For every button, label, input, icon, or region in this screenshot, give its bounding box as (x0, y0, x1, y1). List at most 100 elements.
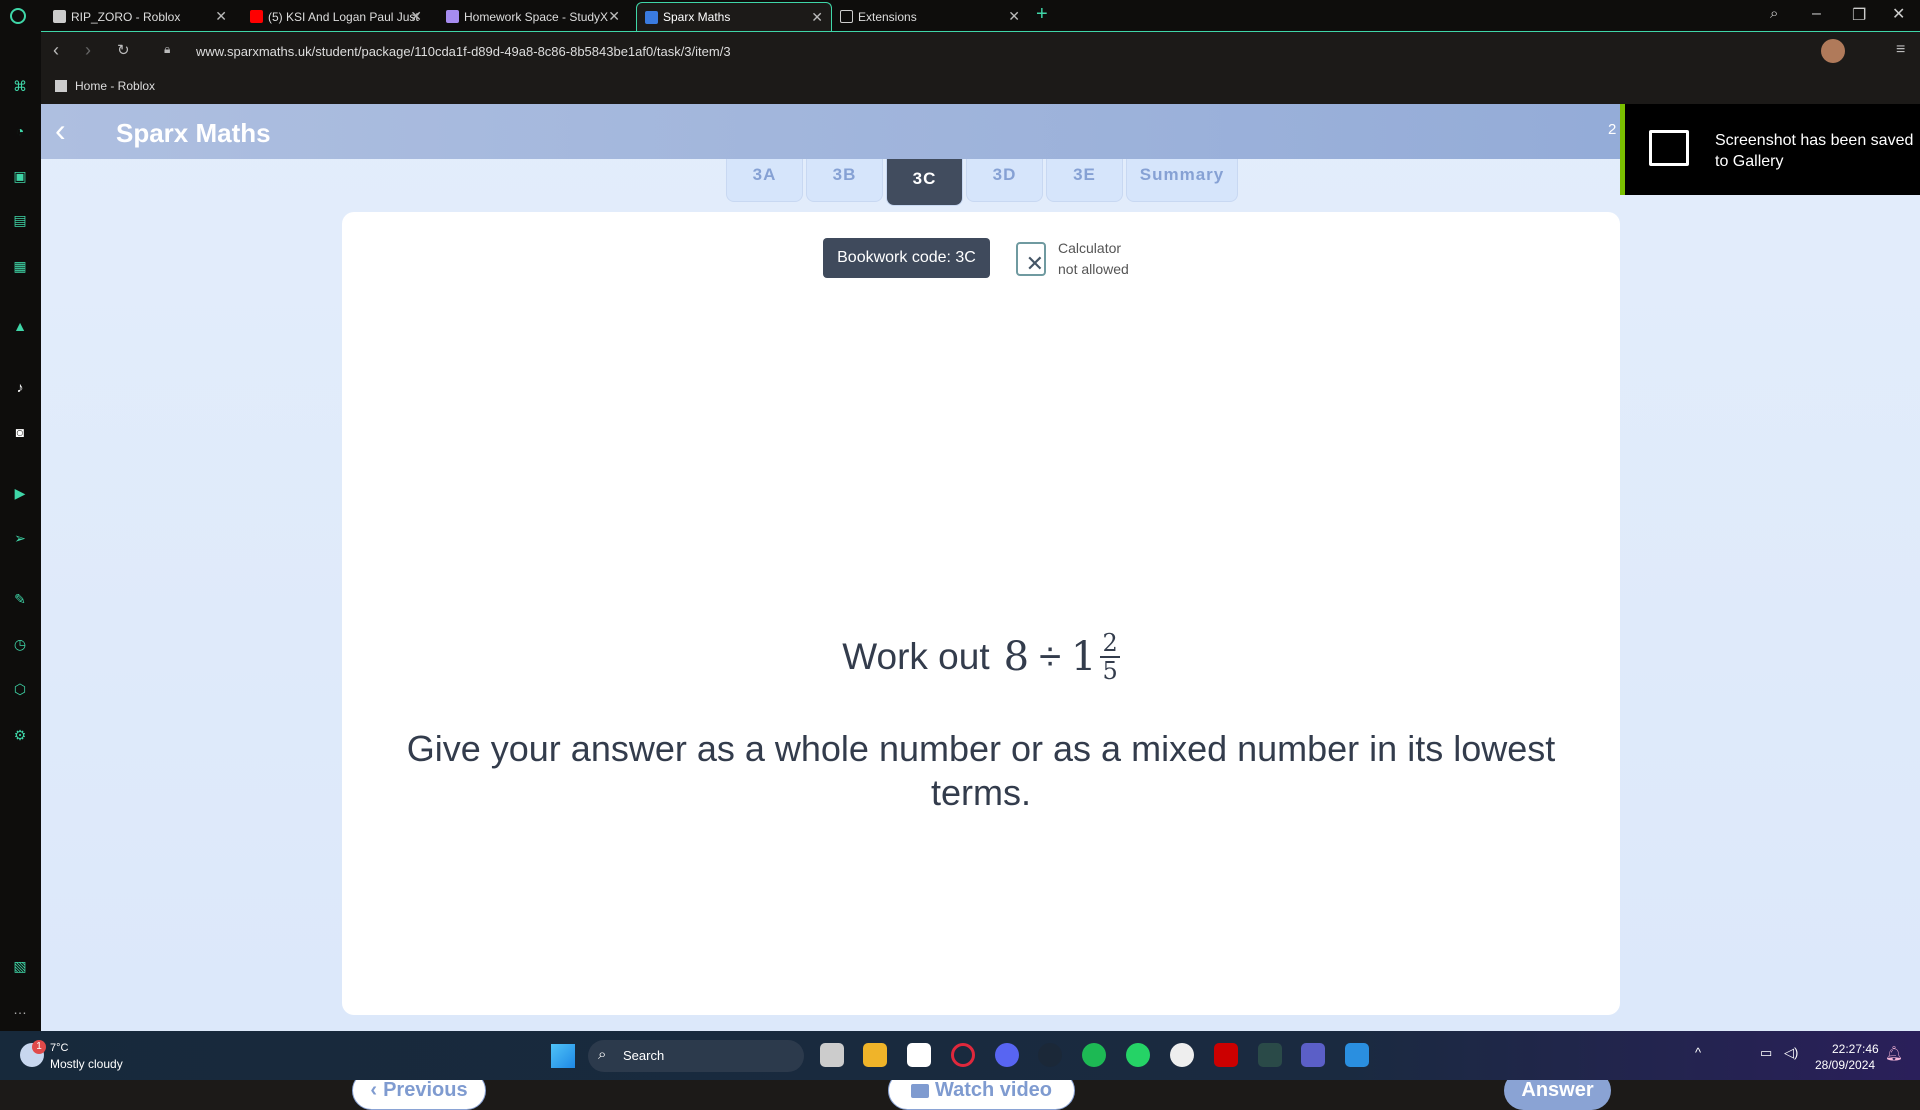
calculator-label: Calculator (1058, 240, 1122, 256)
cpu-icon[interactable]: ▦ (12, 258, 28, 274)
app-icon[interactable] (1258, 1043, 1282, 1067)
close-tab-icon[interactable]: ✕ (608, 8, 620, 25)
twitch-icon[interactable]: ▤ (12, 212, 28, 228)
gamepad-icon[interactable]: ⌘ (12, 78, 28, 94)
weather-temp: 7°C (50, 1042, 69, 1054)
discord-icon[interactable]: ◙ (12, 424, 28, 440)
tab-label: Sparx Maths (663, 10, 731, 24)
clock-time[interactable]: 22:27:46 (1832, 1042, 1879, 1056)
browser-tab-bar: RIP_ZORO - Roblox ✕ (5) KSI And Logan Pau… (0, 0, 1920, 31)
close-tab-icon[interactable]: ✕ (215, 8, 227, 25)
close-tab-icon[interactable]: ✕ (811, 9, 823, 26)
menu-icon[interactable]: ≡ (1896, 41, 1905, 59)
notification-bell-icon[interactable]: 🔔︎ (1885, 1045, 1903, 1062)
mouse-app-icon[interactable] (1170, 1043, 1194, 1067)
question-prefix: Work out (842, 636, 990, 677)
opera-gx-icon[interactable] (951, 1043, 975, 1067)
more-icon[interactable]: … (12, 1001, 28, 1017)
task-tab-3b[interactable]: 3B (806, 159, 883, 202)
weather-desc: Mostly cloudy (50, 1057, 123, 1071)
discord-icon[interactable] (995, 1043, 1019, 1067)
store-icon[interactable] (907, 1043, 931, 1067)
spotify-icon[interactable] (1082, 1043, 1106, 1067)
toast-message: Screenshot has been saved to Gallery (1715, 132, 1914, 170)
chevron-left-icon: ‹ (370, 1079, 378, 1101)
mixed-whole: 1 (1071, 634, 1097, 680)
tray-chevron-icon[interactable]: ^ (1695, 1045, 1701, 1060)
cube-icon (840, 10, 853, 23)
task-tab-3c[interactable]: 3C (886, 159, 963, 206)
bag-icon[interactable]: ▣ (12, 168, 28, 184)
tab-roblox[interactable]: RIP_ZORO - Roblox ✕ (45, 2, 235, 31)
search-icon: ⌕ (598, 1046, 607, 1063)
steam-icon[interactable] (1038, 1043, 1062, 1067)
back-chevron-icon[interactable]: ‹ (55, 112, 66, 149)
search-tabs-icon[interactable]: ⌕ (1770, 5, 1778, 22)
new-tab-button[interactable]: + (1036, 3, 1048, 26)
forward-icon[interactable]: › (85, 40, 91, 61)
reload-icon[interactable]: ↻ (117, 41, 130, 59)
close-window-icon[interactable]: ✕ (1892, 4, 1905, 24)
task-tab-3d[interactable]: 3D (966, 159, 1043, 202)
bookmark-home-roblox[interactable]: Home - Roblox (75, 79, 155, 93)
url-field[interactable]: www.sparxmaths.uk/student/package/110cda… (196, 44, 731, 59)
header-badge: 2 (1608, 121, 1617, 138)
screenshot-toast: Screenshot has been saved to Gallery (1620, 104, 1920, 195)
restore-icon[interactable]: ❐ (1852, 5, 1866, 25)
calculator-not-allowed-label: not allowed (1058, 261, 1129, 277)
roblox-icon (53, 10, 66, 23)
denominator: 5 (1102, 657, 1118, 685)
studyx-icon (446, 10, 459, 23)
tab-sparx-maths[interactable]: Sparx Maths ✕ (636, 2, 832, 31)
whatsapp-icon[interactable] (1126, 1043, 1150, 1067)
gallery-icon[interactable]: ▧ (12, 958, 28, 974)
tab-youtube[interactable]: (5) KSI And Logan Paul Just ✕ (242, 2, 430, 31)
sparx-page: ‹ Sparx Maths 2 3A 3B 3C 3D 3E Summary B… (41, 104, 1920, 1110)
lock-icon: 🔒︎ (164, 42, 171, 56)
weather-badge: 1 (32, 1040, 46, 1054)
divide-operator: ÷ (1039, 634, 1062, 679)
send-icon[interactable]: ➢ (12, 530, 28, 546)
history-icon[interactable]: ◷ (12, 636, 28, 652)
network-icon[interactable]: ▭ (1760, 1045, 1772, 1061)
teams-icon[interactable] (1301, 1043, 1325, 1067)
player-icon[interactable]: ▶ (12, 485, 28, 501)
tab-studyx[interactable]: Homework Space - StudyX ✕ (438, 2, 628, 31)
aria-icon[interactable]: ▲ (12, 318, 28, 334)
photos-icon[interactable] (1345, 1043, 1369, 1067)
tab-extensions[interactable]: Extensions ✕ (832, 2, 1028, 31)
fraction: 2 5 (1100, 629, 1120, 685)
close-tab-icon[interactable]: ✕ (410, 8, 422, 25)
task-tab-summary[interactable]: Summary (1126, 159, 1238, 202)
task-tab-3e[interactable]: 3E (1046, 159, 1123, 202)
address-bar: ‹ › ↻ 🔒︎ www.sparxmaths.uk/student/packa… (41, 31, 1920, 70)
question-card: Bookwork code: 3C ✕ Calculator not allow… (342, 212, 1620, 1110)
extensions-icon[interactable]: ⬡ (12, 681, 28, 697)
instruction-text: Give your answer as a whole number or as… (406, 728, 1556, 813)
minimize-icon[interactable]: – (1812, 5, 1821, 23)
video-camera-icon (910, 1083, 929, 1098)
clock-date[interactable]: 28/09/2024 (1815, 1058, 1875, 1072)
file-explorer-icon[interactable] (863, 1043, 887, 1067)
numerator: 2 (1100, 629, 1120, 658)
profile-avatar[interactable] (1821, 39, 1845, 63)
windows-start-icon[interactable] (551, 1044, 575, 1068)
tab-label: (5) KSI And Logan Paul Just (268, 9, 419, 24)
close-tab-icon[interactable]: ✕ (1008, 8, 1020, 25)
tiktok-icon[interactable]: ♪ (12, 379, 28, 395)
speed-dial-icon[interactable]: ◔ (12, 123, 28, 139)
opera-logo-icon[interactable] (10, 8, 26, 24)
taskbar-search[interactable]: ⌕ Search (588, 1040, 804, 1072)
bookmarks-bar: Home - Roblox (41, 70, 1920, 103)
previous-label: Previous (383, 1079, 468, 1101)
edit-icon[interactable]: ✎ (12, 591, 28, 607)
back-icon[interactable]: ‹ (53, 40, 59, 61)
bookwork-code: Bookwork code: 3C (823, 238, 990, 278)
task-tab-3a[interactable]: 3A (726, 159, 803, 202)
browser-sidebar: ⌘ ◔ ▣ ▤ ▦ ▲ ♪ ◙ ▶ ➢ ✎ ◷ ⬡ ⚙ ▧ … (0, 31, 41, 1031)
task-view-icon[interactable] (820, 1043, 844, 1067)
volume-icon[interactable]: ◁) (1784, 1045, 1798, 1061)
settings-icon[interactable]: ⚙ (12, 727, 28, 743)
dividend: 8 (1003, 634, 1030, 680)
razer-icon[interactable] (1214, 1043, 1238, 1067)
